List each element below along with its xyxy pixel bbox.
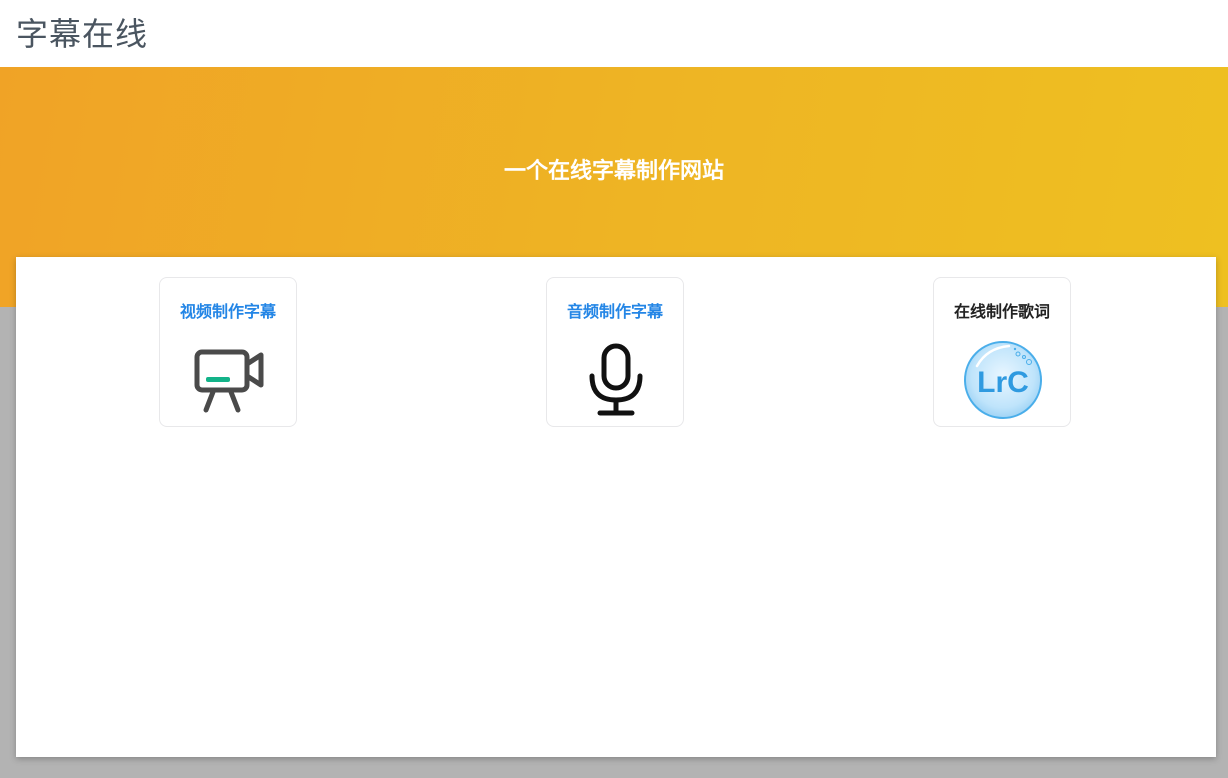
lyrics-card[interactable]: 在线制作歌词 LrC	[933, 277, 1071, 427]
site-title[interactable]: 字幕在线	[16, 12, 148, 56]
lrc-icon: LrC	[964, 341, 1042, 419]
video-camera-icon	[194, 349, 264, 413]
hero-tagline: 一个在线字幕制作网站	[503, 159, 724, 184]
top-bar: 字幕在线	[0, 0, 1228, 67]
video-subtitle-card[interactable]: 视频制作字幕	[159, 277, 297, 427]
microphone-icon	[589, 343, 643, 416]
lyrics-label: 在线制作歌词	[953, 302, 1050, 321]
features-panel: 视频制作字幕 音频制作字幕 在线制作歌词 LrC	[16, 257, 1216, 757]
video-subtitle-label: 视频制作字幕	[179, 302, 276, 321]
audio-subtitle-label: 音频制作字幕	[566, 302, 663, 321]
audio-subtitle-card[interactable]: 音频制作字幕	[546, 277, 684, 427]
svg-text:LrC: LrC	[977, 366, 1029, 399]
